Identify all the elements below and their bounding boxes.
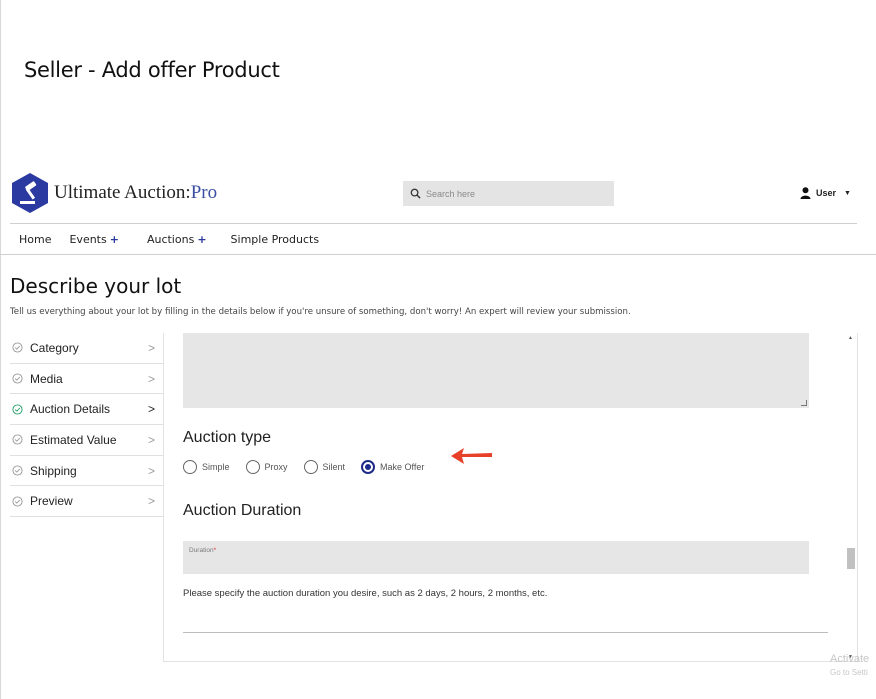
nav-events[interactable]: Events + [69,233,118,246]
auction-details-panel: Auction type Simple Proxy Silent Make Of… [163,333,858,662]
duration-field-label: Duration* [189,547,216,554]
chevron-right-icon: > [147,494,155,509]
frame-border [0,0,1,699]
brand-name-main: Ultimate Auction: [54,182,191,203]
required-mark: * [213,547,217,554]
step-auction-details[interactable]: Auction Details > [10,394,163,426]
red-arrow-annotation-icon [451,448,492,464]
chevron-down-icon: ▼ [844,189,851,197]
radio-label: Silent [322,462,346,472]
step-shipping[interactable]: Shipping > [10,456,163,487]
activation-watermark: Activate Go to Setti [830,653,869,679]
auction-type-heading: Auction type [183,429,272,446]
step-label: Media [30,371,63,386]
step-label: Category [30,340,79,355]
brand-logo-link[interactable]: Ultimate Auction:Pro [11,172,217,214]
radio-circle [183,460,197,474]
resize-handle-icon[interactable] [801,400,807,406]
panel-scrollbar[interactable]: ▲ ▼ [844,333,857,662]
nav-auctions-label: Auctions [146,233,195,246]
radio-circle [245,460,260,474]
check-circle-icon [12,434,23,445]
radio-make-offer[interactable]: Make Offer [361,460,424,474]
watermark-line-2: Go to Setti [830,668,868,677]
step-label: Preview [30,494,73,509]
step-label: Auction Details [30,402,111,417]
radio-circle [361,460,376,474]
header-divider [10,223,857,224]
check-circle-icon [12,404,23,415]
radio-simple[interactable]: Simple [183,460,230,474]
user-menu[interactable]: User ▼ [800,187,851,199]
check-circle-icon [12,373,23,384]
search-placeholder: Search here [426,188,476,199]
step-label: Estimated Value [30,432,117,447]
nav-divider [0,254,876,255]
scrollbar-thumb[interactable] [847,548,855,569]
gavel-logo-icon [12,173,48,213]
page-title: Describe your lot [10,274,182,298]
radio-label: Simple [202,462,230,472]
watermark-line-1: Activate [830,653,870,665]
step-category[interactable]: Category > [10,333,163,364]
radio-label: Make Offer [380,462,425,472]
brand-name: Ultimate Auction:Pro [54,182,217,204]
radio-proxy[interactable]: Proxy [245,460,288,474]
user-icon [800,187,811,199]
main-nav: Home Events + Auctions + Simple Products [19,233,337,246]
radio-circle [303,460,318,474]
radio-label: Proxy [264,462,288,472]
page-subtitle: Tell us everything about your lot by fil… [10,307,631,317]
check-circle-icon [12,496,23,507]
document-title: Seller - Add offer Product [24,58,280,82]
duration-field-label-text: Duration [189,547,214,554]
search-input[interactable]: Search here [403,181,614,206]
description-textarea[interactable] [183,333,809,408]
scroll-up-icon[interactable]: ▲ [848,335,853,341]
chevron-right-icon: > [147,371,155,386]
chevron-right-icon: > [147,463,155,478]
brand-name-accent: Pro [190,182,218,203]
plus-icon: + [197,233,207,246]
search-icon [410,188,421,199]
chevron-right-icon: > [147,402,155,417]
duration-input[interactable]: Duration* [183,541,809,574]
user-label: User [816,188,837,198]
chevron-right-icon: > [147,433,155,448]
step-preview[interactable]: Preview > [10,486,163,518]
duration-hint: Please specify the auction duration you … [183,588,548,599]
nav-events-label: Events [69,233,107,246]
panel-divider [183,632,828,633]
radio-silent[interactable]: Silent [303,460,346,474]
step-list: Category > Media > Auction Details > Est… [10,333,163,518]
auction-duration-heading: Auction Duration [183,502,302,519]
auction-type-radio-group: Simple Proxy Silent Make Offer [183,460,440,474]
check-circle-icon [12,342,23,353]
check-circle-icon [12,465,23,476]
nav-simple-products[interactable]: Simple Products [231,233,320,246]
nav-home[interactable]: Home [19,233,51,246]
step-label: Shipping [30,463,77,478]
nav-auctions[interactable]: Auctions + [147,233,207,246]
chevron-right-icon: > [147,341,155,355]
step-media[interactable]: Media > [10,364,163,395]
plus-icon: + [109,233,119,246]
step-estimated-value[interactable]: Estimated Value > [10,425,163,456]
